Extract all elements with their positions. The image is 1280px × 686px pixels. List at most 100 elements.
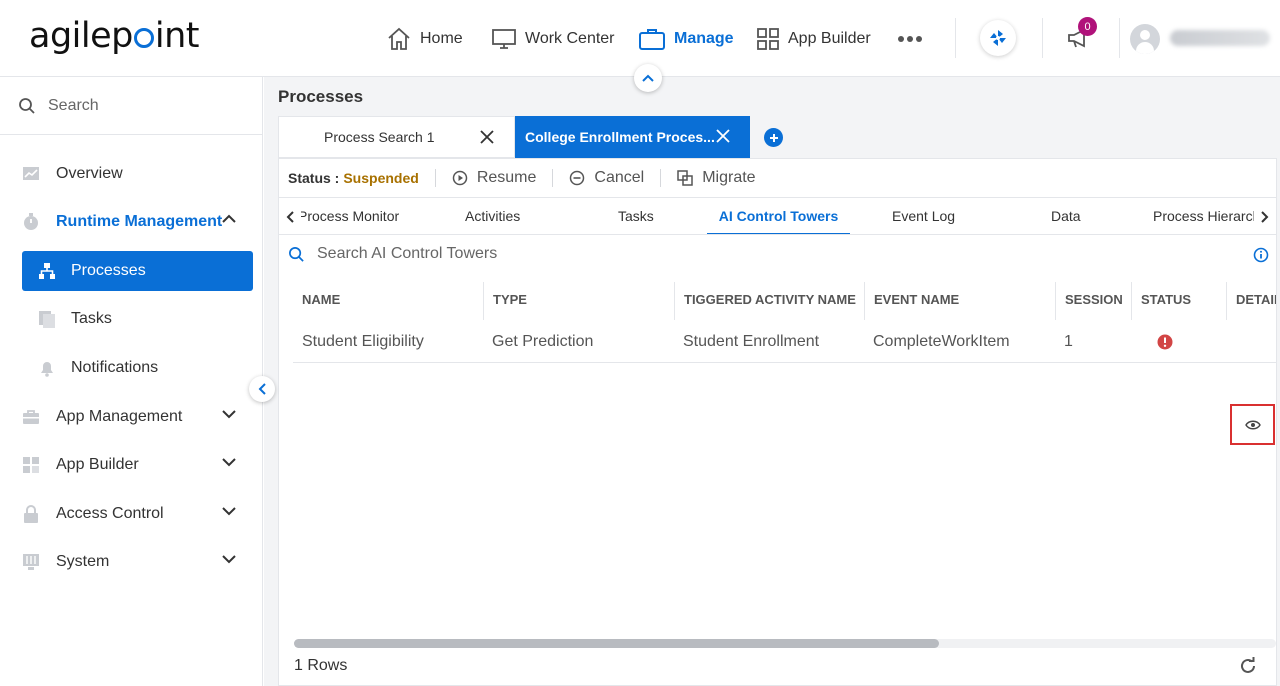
- horizontal-scrollbar[interactable]: [294, 639, 1276, 648]
- subtab-tasks[interactable]: Tasks: [618, 198, 654, 234]
- sidebar-item-label: Processes: [71, 262, 146, 279]
- chevron-right-icon: [1261, 210, 1269, 223]
- pinwheel-icon: [990, 30, 1006, 46]
- search-icon: [19, 97, 35, 114]
- sidebar-item-label: App Management: [56, 408, 183, 425]
- divider: [660, 169, 662, 187]
- process-panel: Status : Suspended Resume Cancel Migrate: [278, 158, 1277, 686]
- ai-assistant-button[interactable]: [980, 20, 1016, 56]
- nav-work-center[interactable]: Work Center: [491, 24, 615, 54]
- resume-button[interactable]: Resume: [452, 169, 537, 187]
- close-icon[interactable]: [480, 130, 494, 144]
- grid-icon: [757, 28, 779, 50]
- column-header-triggered-activity[interactable]: TIGGERED ACTIVITY NAME: [674, 282, 864, 320]
- cancel-label: Cancel: [594, 169, 645, 186]
- column-header-name[interactable]: NAME: [293, 282, 483, 320]
- sidebar-item-label: Notifications: [71, 359, 159, 376]
- scrollbar-thumb[interactable]: [294, 639, 939, 648]
- error-status-icon: [1157, 334, 1173, 350]
- nav-manage-label: Manage: [674, 30, 734, 47]
- main-content: Processes Process Search 1 College Enrol…: [264, 77, 1280, 686]
- sidebar-search[interactable]: Search: [0, 77, 262, 135]
- process-tabs: Process Search 1 College Enrollment Proc…: [278, 116, 783, 158]
- sidebar-item-label: Tasks: [71, 310, 112, 327]
- process-toolbar: Status : Suspended Resume Cancel Migrate: [279, 159, 1276, 197]
- notification-badge: 0: [1078, 17, 1097, 36]
- refresh-icon[interactable]: [1239, 657, 1257, 675]
- tab-label: Process Search 1: [324, 129, 435, 145]
- tab-label: College Enrollment Proces...: [525, 129, 715, 145]
- more-menu-button[interactable]: [897, 24, 923, 54]
- sidebar-item-runtime-management[interactable]: Runtime Management: [0, 202, 262, 242]
- sidebar-item-access-control[interactable]: Access Control: [0, 494, 262, 534]
- nav-app-builder[interactable]: App Builder: [756, 24, 871, 54]
- cell-session: 1: [1064, 333, 1073, 350]
- divider: [434, 169, 436, 187]
- toolbox-icon: [23, 410, 39, 424]
- tab-process-search-1[interactable]: Process Search 1: [278, 116, 515, 158]
- sidebar-item-label: Access Control: [56, 505, 164, 522]
- ai-control-towers-search[interactable]: Search AI Control Towers: [288, 245, 497, 263]
- widgets-icon: [23, 457, 39, 473]
- chevron-up-icon: [222, 214, 236, 223]
- column-header-type[interactable]: TYPE: [483, 282, 674, 320]
- search-icon: [289, 246, 304, 262]
- tasks-icon: [39, 311, 55, 328]
- divider: [1042, 18, 1043, 58]
- close-icon[interactable]: [716, 129, 730, 143]
- chevron-down-icon: [222, 507, 236, 516]
- search-placeholder: Search AI Control Towers: [317, 245, 498, 262]
- chevron-down-icon: [222, 555, 236, 564]
- column-header-status[interactable]: STATUS: [1131, 282, 1226, 320]
- nav-app-builder-label: App Builder: [788, 30, 871, 47]
- stopwatch-icon: [24, 213, 38, 230]
- subtabs-scroll-left[interactable]: [279, 198, 301, 234]
- subtab-process-hierarchy[interactable]: Process Hierarchy: [1153, 198, 1267, 234]
- sidebar-item-label: System: [56, 553, 110, 570]
- subtab-event-log[interactable]: Event Log: [892, 198, 955, 234]
- hierarchy-icon: [39, 263, 55, 279]
- migrate-button[interactable]: Migrate: [677, 169, 756, 187]
- row-count: 1 Rows: [294, 657, 348, 674]
- subtab-activities[interactable]: Activities: [465, 198, 520, 234]
- divider: [955, 18, 956, 58]
- subtabs-scroll-right[interactable]: [1254, 198, 1276, 234]
- table-row[interactable]: Student Eligibility Get Prediction Stude…: [293, 323, 1276, 363]
- username-blurred[interactable]: [1170, 30, 1270, 46]
- collapse-header-button[interactable]: [634, 64, 662, 92]
- chevron-up-icon: [642, 74, 654, 82]
- add-tab-button[interactable]: [764, 128, 783, 147]
- divider: [1119, 18, 1120, 58]
- cancel-button[interactable]: Cancel: [569, 169, 644, 187]
- status-label: Status :: [288, 170, 340, 186]
- view-details-button[interactable]: [1230, 404, 1275, 445]
- avatar[interactable]: [1130, 24, 1160, 54]
- resume-label: Resume: [476, 169, 537, 186]
- sidebar-search-placeholder: Search: [48, 96, 99, 114]
- nav-manage[interactable]: Manage: [638, 24, 734, 54]
- sidebar-item-processes[interactable]: Processes: [22, 251, 253, 291]
- agilepoint-logo[interactable]: agilep int: [29, 16, 200, 56]
- minus-circle-icon: [570, 170, 585, 186]
- sidebar-item-system[interactable]: System: [0, 542, 262, 582]
- subtab-ai-control-towers[interactable]: AI Control Towers: [707, 198, 850, 234]
- subtab-process-monitor[interactable]: Process Monitor: [298, 198, 399, 234]
- briefcase-icon: [639, 29, 665, 50]
- sidebar-item-app-management[interactable]: App Management: [0, 397, 262, 437]
- subtab-data[interactable]: Data: [1051, 198, 1081, 234]
- chevron-down-icon: [222, 458, 236, 467]
- divider: [552, 169, 554, 187]
- sidebar-item-tasks[interactable]: Tasks: [0, 299, 262, 339]
- info-icon[interactable]: [1253, 247, 1269, 263]
- lock-icon: [24, 505, 38, 523]
- column-header-session[interactable]: SESSION: [1055, 282, 1131, 320]
- collapse-sidebar-button[interactable]: [249, 376, 275, 402]
- column-header-details[interactable]: DETAILS: [1226, 282, 1276, 320]
- sidebar-item-overview[interactable]: Overview: [0, 154, 262, 194]
- column-header-event-name[interactable]: EVENT NAME: [864, 282, 1055, 320]
- chevron-left-icon: [286, 210, 294, 223]
- sidebar-item-app-builder[interactable]: App Builder: [0, 445, 262, 485]
- nav-home[interactable]: Home: [386, 24, 463, 54]
- sidebar-item-notifications[interactable]: Notifications: [0, 348, 262, 388]
- tab-college-enrollment[interactable]: College Enrollment Proces...: [515, 116, 750, 158]
